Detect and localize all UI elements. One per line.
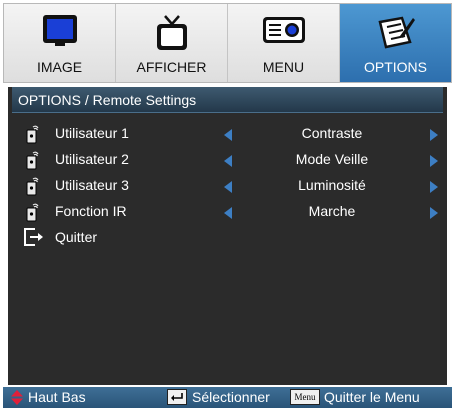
notepad-icon bbox=[376, 14, 416, 55]
remote-icon bbox=[25, 202, 41, 227]
setting-row-quitter[interactable]: Quitter bbox=[8, 225, 447, 251]
footer-bar: Haut Bas Sélectionner Menu Quitter le Me… bbox=[3, 387, 452, 408]
tab-image[interactable]: IMAGE bbox=[4, 4, 116, 82]
setting-row-utilisateur-1[interactable]: Utilisateur 1 Contraste bbox=[8, 121, 447, 147]
setting-value: Marche bbox=[308, 203, 356, 219]
setting-label: Utilisateur 1 bbox=[55, 125, 129, 141]
arrow-right-icon[interactable] bbox=[430, 129, 438, 141]
arrow-right-icon[interactable] bbox=[430, 155, 438, 167]
settings-list: Utilisateur 1 Contraste Utilisateur 2 Mo… bbox=[8, 121, 447, 251]
setting-row-utilisateur-3[interactable]: Utilisateur 3 Luminosité bbox=[8, 173, 447, 199]
remote-settings-panel: OPTIONS / Remote Settings Utilisateur 1 … bbox=[8, 87, 447, 385]
remote-icon bbox=[25, 124, 41, 149]
remote-icon bbox=[25, 150, 41, 175]
projector-icon bbox=[262, 14, 306, 51]
arrow-right-icon[interactable] bbox=[430, 207, 438, 219]
setting-label: Fonction IR bbox=[55, 203, 127, 219]
setting-label: Quitter bbox=[55, 229, 98, 245]
arrow-left-icon[interactable] bbox=[224, 181, 232, 193]
tab-afficher[interactable]: AFFICHER bbox=[116, 4, 228, 82]
setting-row-fonction-ir[interactable]: Fonction IR Marche bbox=[8, 199, 447, 225]
enter-key-icon bbox=[167, 389, 187, 405]
remote-icon bbox=[25, 176, 41, 201]
tab-afficher-label: AFFICHER bbox=[136, 59, 207, 75]
menu-key-icon: Menu bbox=[290, 389, 320, 405]
tab-menu[interactable]: MENU bbox=[228, 4, 340, 82]
exit-icon bbox=[23, 227, 45, 252]
setting-label: Utilisateur 3 bbox=[55, 177, 129, 193]
tab-options-label: OPTIONS bbox=[363, 59, 427, 75]
up-down-arrows-icon bbox=[11, 390, 23, 405]
monitor-icon bbox=[42, 14, 78, 53]
setting-row-utilisateur-2[interactable]: Utilisateur 2 Mode Veille bbox=[8, 147, 447, 173]
tab-bar: IMAGE AFFICHER MENU OPTIONS bbox=[3, 3, 452, 83]
arrow-left-icon[interactable] bbox=[224, 207, 232, 219]
arrow-left-icon[interactable] bbox=[224, 155, 232, 167]
tab-image-label: IMAGE bbox=[36, 59, 83, 75]
footer-updown-label: Haut Bas bbox=[28, 389, 86, 405]
tab-options[interactable]: OPTIONS bbox=[340, 4, 451, 82]
panel-title: OPTIONS / Remote Settings bbox=[12, 87, 443, 113]
setting-label: Utilisateur 2 bbox=[55, 151, 129, 167]
tab-menu-label: MENU bbox=[262, 59, 305, 75]
tv-icon bbox=[155, 14, 189, 57]
setting-value: Contraste bbox=[301, 125, 363, 141]
arrow-right-icon[interactable] bbox=[430, 181, 438, 193]
setting-value: Mode Veille bbox=[295, 151, 369, 167]
setting-value: Luminosité bbox=[298, 177, 366, 193]
arrow-left-icon[interactable] bbox=[224, 129, 232, 141]
footer-menu-label: Quitter le Menu bbox=[324, 389, 420, 405]
footer-enter-label: Sélectionner bbox=[192, 389, 270, 405]
